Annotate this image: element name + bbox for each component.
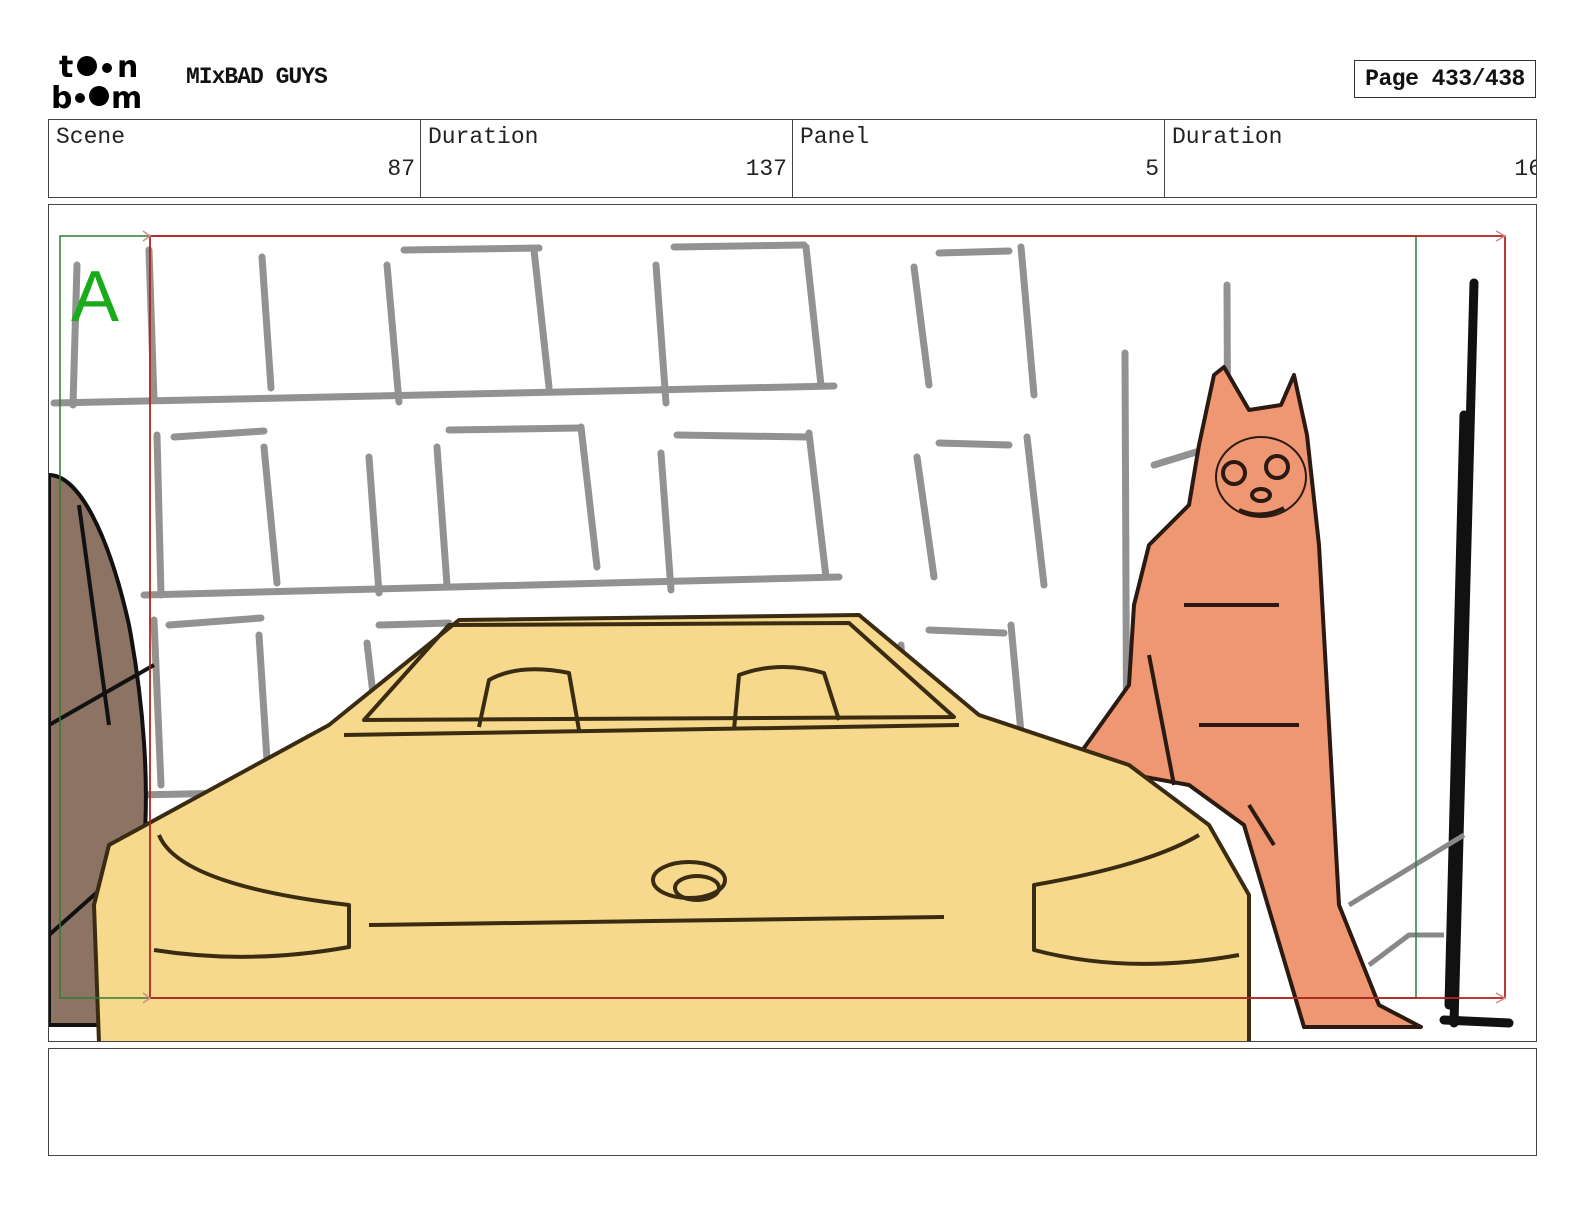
project-title: MIxBAD GUYS [186, 64, 328, 90]
door-frame-sketch [1439, 278, 1514, 1028]
scene-duration-label: Duration [428, 124, 539, 150]
scene-label: Scene [56, 124, 126, 150]
svg-text:n: n [117, 50, 138, 85]
camera-label: A [71, 257, 119, 337]
scene-duration-value: 137 [745, 156, 787, 182]
panel-sketch: A [49, 230, 1514, 1041]
svg-text:t: t [59, 50, 73, 85]
panel-duration-cell: Duration 16 [1165, 120, 1536, 197]
panel-label: Panel [800, 124, 870, 150]
dialogue-box [48, 1048, 1537, 1156]
toon-boom-logo: t n b m [51, 50, 142, 112]
scene-info-table: Scene 87 Duration 137 Panel 5 Duration 1… [48, 119, 1537, 198]
scene-duration-cell: Duration 137 [421, 120, 793, 197]
scene-value: 87 [387, 156, 415, 182]
panel-duration-value: 16 [1514, 156, 1536, 182]
panel-duration-label: Duration [1172, 124, 1283, 150]
panel-value: 5 [1145, 156, 1159, 182]
panel-cell: Panel 5 [793, 120, 1165, 197]
storyboard-panel: A [48, 204, 1537, 1042]
svg-text:m: m [111, 81, 142, 112]
car-sketch [92, 613, 1251, 1041]
scene-cell: Scene 87 [49, 120, 421, 197]
page-indicator: Page 433/438 [1354, 60, 1536, 98]
svg-text:b: b [51, 81, 72, 112]
